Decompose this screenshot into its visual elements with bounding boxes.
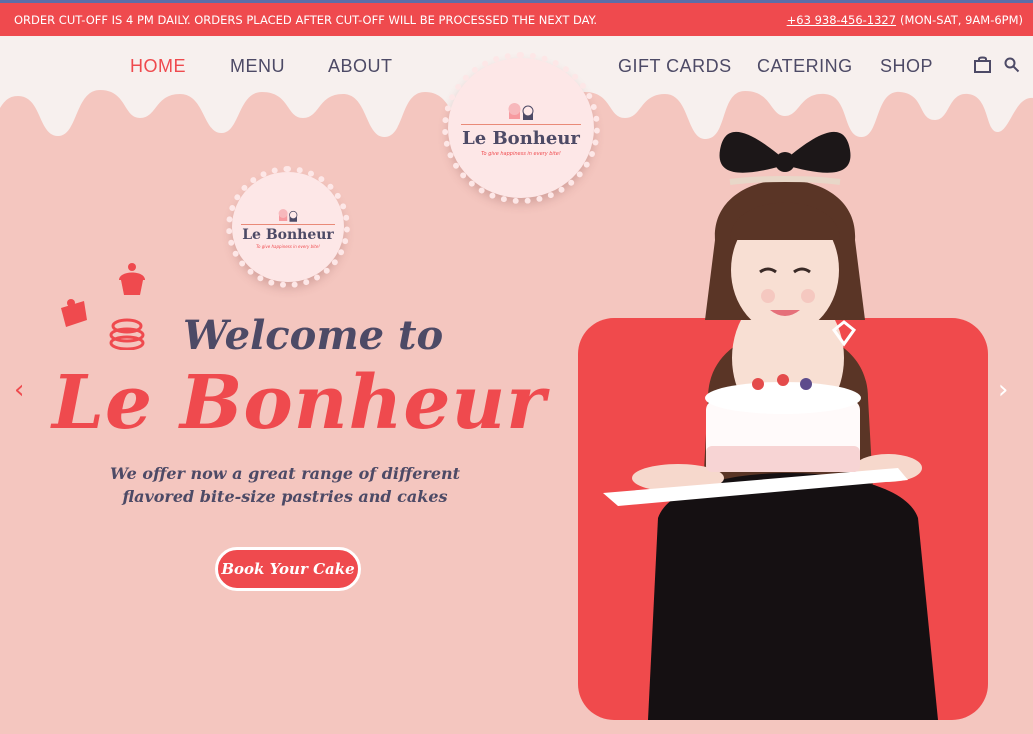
cupcake-icon <box>278 208 298 222</box>
nav-about[interactable]: ABOUT <box>328 56 393 77</box>
nav-catering[interactable]: CATERING <box>757 56 853 77</box>
hero-welcome-text: Welcome to <box>183 312 444 359</box>
shopping-bag-icon[interactable] <box>973 56 992 73</box>
search-icon[interactable] <box>1004 57 1020 73</box>
hero-description-line: flavored bite-size pastries and cakes <box>122 487 448 506</box>
hero-photo <box>603 318 938 720</box>
cake-slice-icon <box>61 299 87 327</box>
logo-badge-secondary: Le Bonheur To give happiness in every bi… <box>226 166 350 288</box>
hero-brand-title: Le Bonheur <box>52 360 547 446</box>
hero-description: We offer now a great range of different … <box>110 462 460 508</box>
chevron-right-icon[interactable]: › <box>998 375 1008 405</box>
logo-title: Le Bonheur <box>462 127 580 149</box>
logo-divider <box>241 223 335 225</box>
nav-menu[interactable]: MENU <box>230 56 285 77</box>
nav-shop[interactable]: SHOP <box>880 56 933 77</box>
announcement-bar: ORDER CUT-OFF IS 4 PM DAILY. ORDERS PLAC… <box>0 0 1033 36</box>
logo-divider <box>461 123 581 125</box>
nav-gift-cards[interactable]: GIFT CARDS <box>618 56 732 77</box>
nav-home[interactable]: HOME <box>130 56 186 77</box>
logo-title: Le Bonheur <box>242 226 334 243</box>
hero-image-card <box>578 318 988 720</box>
hero-photo-head <box>705 131 865 330</box>
book-cake-button[interactable]: Book Your Cake <box>215 547 361 591</box>
chevron-left-icon[interactable]: ‹ <box>14 375 24 405</box>
phone-link[interactable]: +63 938-456-1327 <box>787 13 896 27</box>
cupcake-icon <box>119 263 145 295</box>
logo-badge-main[interactable]: Le Bonheur To give happiness in every bi… <box>442 52 600 204</box>
business-hours: (MON-SAT, 9AM-6PM) <box>900 12 1023 27</box>
announcement-text: ORDER CUT-OFF IS 4 PM DAILY. ORDERS PLAC… <box>14 12 597 27</box>
hero-description-line: We offer now a great range of different <box>110 464 461 483</box>
contact-info: +63 938-456-1327 (MON-SAT, 9AM-6PM) <box>787 13 1023 27</box>
cupcake-icon <box>508 102 534 120</box>
macaron-icon <box>109 318 145 350</box>
logo-tagline: To give happiness in every bite! <box>256 243 320 249</box>
logo-tagline: To give happiness in every bite! <box>481 150 561 157</box>
